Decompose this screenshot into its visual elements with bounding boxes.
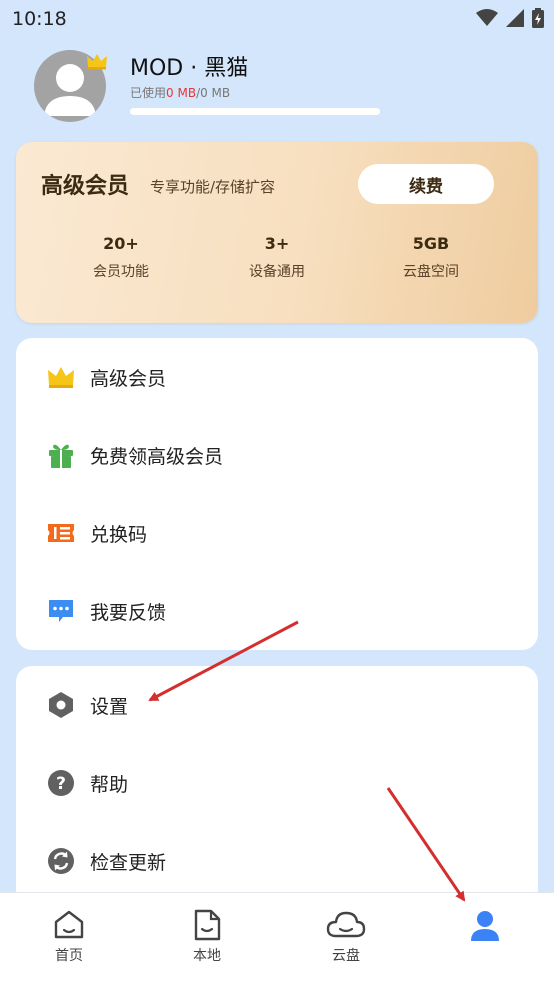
vip-subtitle: 专享功能/存储扩容 [150,178,276,196]
nav-item-cloud[interactable]: 云盘 [277,893,415,984]
home-icon [54,910,84,939]
storage-used: 0 MB [166,86,197,100]
crown-badge-icon [87,54,107,70]
vip-title: 高级会员 [41,174,130,199]
cloud-icon [326,911,366,938]
wifi-icon [476,9,498,26]
signal-icon [506,9,524,27]
nav-label: 本地 [193,948,221,964]
menu-item-redeem-code[interactable]: 兑换码 [16,494,538,572]
nav-label: 首页 [55,948,83,964]
menu-item-label: 免费领高级会员 [90,446,224,468]
menu-item-label: 设置 [90,696,129,718]
menu-item-check-update[interactable]: 检查更新 [16,822,538,900]
svg-text:?: ? [56,774,66,794]
crown-icon [48,367,74,388]
status-bar: 10:18 [0,0,554,40]
vip-stat-features: 20+ 会员功能 [51,234,191,281]
vip-stat-value: 20+ [103,234,139,253]
storage-progress-bar [130,108,380,115]
vip-stat-label: 会员功能 [93,264,149,280]
username: MOD · 黑猫 [130,56,249,81]
menu-item-label: 兑换码 [90,524,148,546]
local-file-icon [194,909,221,941]
vip-stat-cloud: 5GB 云盘空间 [361,234,501,281]
storage-total: /0 MB [196,86,231,100]
menu-item-feedback[interactable]: 我要反馈 [16,572,538,650]
menu-item-label: 检查更新 [90,852,167,874]
storage-prefix: 已使用 [130,86,167,100]
profile-icon [471,911,499,941]
vip-stat-label: 云盘空间 [403,264,459,280]
status-icons [476,8,544,28]
menu-item-help[interactable]: ? 帮助 [16,744,538,822]
refresh-icon [48,848,74,874]
vip-stat-value: 3+ [264,234,290,253]
menu-item-free-vip[interactable]: 免费领高级会员 [16,416,538,494]
bottom-nav: 首页 本地 云盘 [0,892,554,984]
nav-item-profile[interactable] [416,893,554,984]
vip-stat-label: 设备通用 [249,264,305,280]
status-time: 10:18 [12,8,67,30]
ticket-icon [48,524,74,542]
menu-card-general: 设置 ? 帮助 检查更新 [16,666,538,906]
menu-card-vip: 高级会员 免费领高级会员 兑换码 我要反馈 [16,338,538,650]
gift-icon [49,444,73,468]
menu-item-settings[interactable]: 设置 [16,666,538,744]
menu-item-label: 高级会员 [90,368,167,390]
menu-item-vip[interactable]: 高级会员 [16,338,538,416]
vip-stat-devices: 3+ 设备通用 [207,234,347,281]
help-icon: ? [48,770,74,796]
battery-icon [532,8,544,28]
menu-item-label: 帮助 [90,774,129,796]
nav-item-home[interactable]: 首页 [0,893,138,984]
vip-stat-value: 5GB [412,234,450,253]
nav-item-local[interactable]: 本地 [138,893,276,984]
storage-usage-text: 已使用0 MB/0 MB [130,84,230,101]
feedback-icon [49,600,73,622]
renew-button[interactable]: 续费 [358,164,494,204]
nav-label: 云盘 [332,948,360,964]
vip-card[interactable]: 高级会员 专享功能/存储扩容 续费 20+ 会员功能 3+ 设备通用 5GB 云… [16,142,538,323]
menu-item-label: 我要反馈 [90,602,167,624]
settings-icon [49,692,73,718]
